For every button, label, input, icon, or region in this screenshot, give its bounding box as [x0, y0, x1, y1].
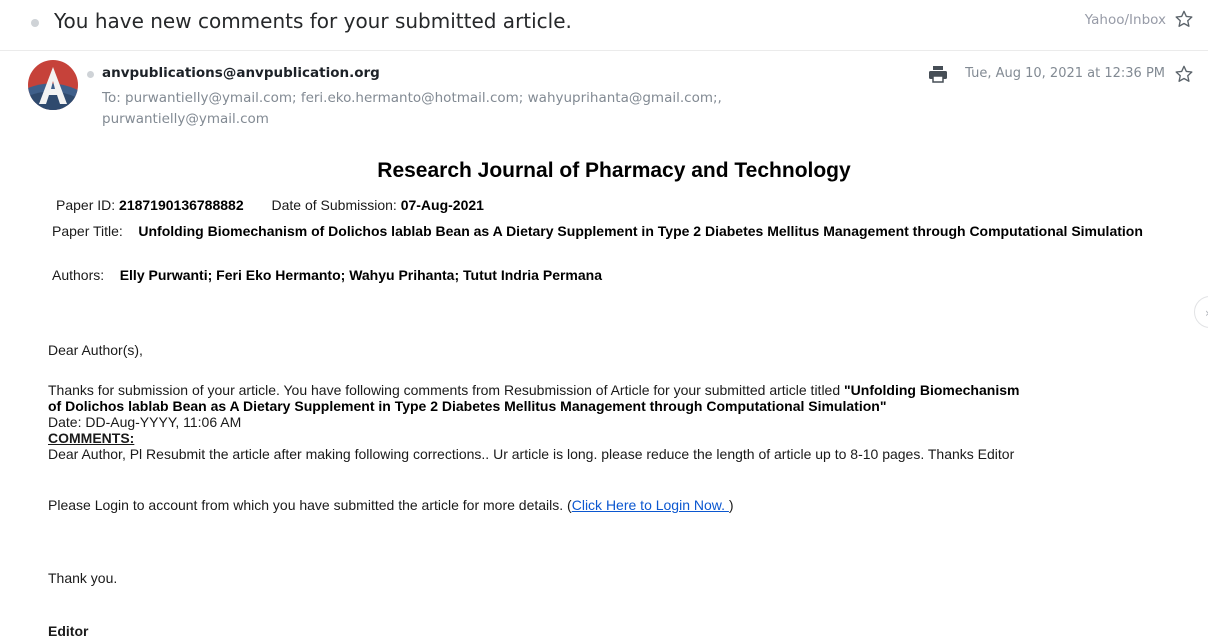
email-subject: You have new comments for your submitted…	[54, 9, 572, 33]
recipients: To: purwantielly@ymail.com; feri.eko.her…	[102, 88, 802, 130]
paper-id: 2187190136788882	[119, 197, 244, 213]
sender-status-dot-icon	[87, 71, 94, 78]
sender-avatar[interactable]	[28, 60, 78, 110]
paper-title-label: Paper Title:	[52, 223, 123, 239]
folder-label[interactable]: Yahoo/Inbox	[1085, 12, 1166, 28]
paper-title-row: Paper Title: Unfolding Biomechanism of D…	[52, 223, 1152, 240]
journal-title: Research Journal of Pharmacy and Technol…	[377, 159, 851, 182]
authors-row: Authors: Elly Purwanti; Feri Eko Hermant…	[52, 267, 602, 283]
star-icon[interactable]	[1174, 9, 1194, 29]
comments-label: COMMENTS:	[48, 430, 135, 446]
login-close: )	[728, 497, 734, 513]
paper-meta: Paper ID: 2187190136788882 Date of Submi…	[56, 197, 484, 213]
login-line: Please Login to account from which you h…	[48, 497, 734, 513]
login-text: Please Login to account from which you h…	[48, 497, 572, 513]
printer-icon[interactable]	[928, 64, 948, 84]
greeting: Dear Author(s),	[48, 342, 143, 358]
comment-paragraph: Thanks for submission of your article. Y…	[48, 382, 1178, 462]
paper-id-label: Paper ID:	[56, 197, 116, 213]
paper-title: Unfolding Biomechanism of Dolichos labla…	[138, 223, 1143, 239]
thanks-text: Thank you.	[48, 570, 118, 586]
message-date: Tue, Aug 10, 2021 at 12:36 PM	[965, 66, 1165, 81]
recipients-line: purwantielly@ymail.com	[102, 111, 269, 127]
sender-address[interactable]: anvpublications@anvpublication.org	[102, 65, 380, 81]
submission-date: 07-Aug-2021	[400, 197, 484, 213]
chevron-right-icon[interactable]: ›	[1194, 296, 1208, 328]
star-icon[interactable]	[1174, 64, 1194, 84]
quoted-title: of Dolichos lablab Bean as A Dietary Sup…	[48, 398, 887, 414]
comment-text: Dear Author, Pl Resubmit the article aft…	[48, 446, 1015, 462]
comment-date: Date: DD-Aug-YYYY, 11:06 AM	[48, 414, 242, 430]
authors: Elly Purwanti; Feri Eko Hermanto; Wahyu …	[119, 267, 602, 283]
login-link[interactable]: Click Here to Login Now.	[572, 497, 729, 513]
intro-text: Thanks for submission of your article. Y…	[48, 382, 845, 398]
signoff: Editor	[48, 623, 89, 639]
recipients-line: To: purwantielly@ymail.com; feri.eko.her…	[102, 90, 722, 106]
submission-date-label: Date of Submission:	[271, 197, 397, 213]
quoted-title: "Unfolding Biomechanism	[844, 382, 1020, 398]
unread-dot-icon	[31, 19, 39, 27]
subject-header: You have new comments for your submitted…	[0, 0, 1208, 51]
authors-label: Authors:	[52, 267, 105, 283]
